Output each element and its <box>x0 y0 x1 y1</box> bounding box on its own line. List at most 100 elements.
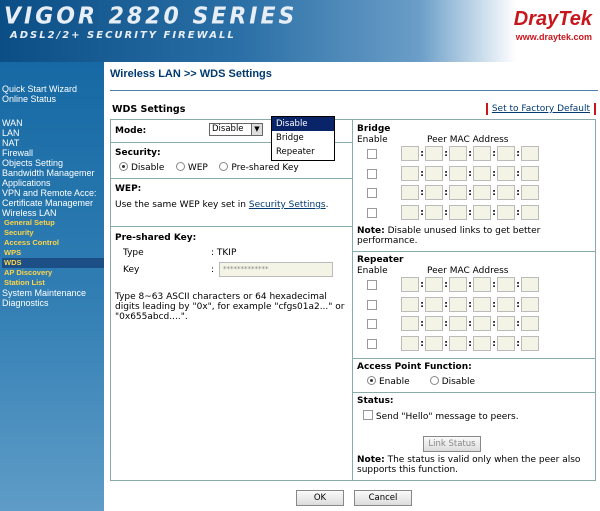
bridge-mac-octet-input[interactable] <box>497 185 515 200</box>
bridge-mac-octet-input[interactable] <box>401 204 419 220</box>
divider <box>353 392 595 393</box>
mode-select[interactable]: Disable ▼ <box>209 123 263 136</box>
repeater-mac-octet-input[interactable] <box>401 296 419 312</box>
bridge-mac-octet-input[interactable] <box>521 146 539 161</box>
repeater-mac-octet-input[interactable] <box>449 296 467 312</box>
bridge-enable-checkbox[interactable] <box>367 207 377 218</box>
mode-option-bridge[interactable]: Bridge <box>272 131 334 145</box>
bridge-mac-octet-input[interactable] <box>449 204 467 220</box>
ok-button[interactable]: OK <box>296 490 344 506</box>
sidebar-sub-station-list[interactable]: Station List <box>2 278 104 288</box>
sidebar-item-wan[interactable]: WAN <box>2 118 104 128</box>
repeater-mac-octet-input[interactable] <box>449 277 467 292</box>
repeater-enable-checkbox[interactable] <box>367 319 377 329</box>
bridge-mac-octet-input[interactable] <box>401 165 419 181</box>
bridge-mac-octet-input[interactable] <box>401 185 419 200</box>
sidebar-item-applications[interactable]: Applications <box>2 178 104 188</box>
sidebar-item-nat[interactable]: NAT <box>2 138 104 148</box>
draytek-url[interactable]: www.draytek.com <box>516 32 592 42</box>
repeater-enable-checkbox[interactable] <box>367 338 377 349</box>
repeater-mac-octet-input[interactable] <box>425 335 443 351</box>
repeater-mac-octet-input[interactable] <box>473 296 491 312</box>
psk-key-input[interactable]: ************* <box>219 262 333 277</box>
repeater-mac-octet-input[interactable] <box>521 335 539 351</box>
repeater-mac-octet-input[interactable] <box>473 316 491 331</box>
mode-option-disable[interactable]: Disable <box>272 117 334 131</box>
sidebar-item-diagnostics[interactable]: Diagnostics <box>2 298 104 308</box>
factory-default-link[interactable]: Set to Factory Default <box>492 104 590 114</box>
sidebar-sub-wds[interactable]: WDS <box>2 258 104 268</box>
security-settings-link[interactable]: Security Settings <box>249 200 326 210</box>
sidebar-sub-security[interactable]: Security <box>2 228 104 238</box>
repeater-mac-octet-input[interactable] <box>401 316 419 331</box>
repeater-mac-octet-input[interactable] <box>521 316 539 331</box>
mode-value: Disable <box>212 124 244 134</box>
sidebar-sub-access-control[interactable]: Access Control <box>2 238 104 248</box>
sidebar-item-system-maintenance[interactable]: System Maintenance <box>2 288 104 298</box>
repeater-enable-checkbox[interactable] <box>367 280 377 290</box>
bridge-mac-octet-input[interactable] <box>497 165 515 181</box>
security-disable-radio[interactable] <box>119 162 128 171</box>
ap-disable-radio[interactable] <box>429 376 439 385</box>
repeater-mac-octet-input[interactable] <box>497 277 515 292</box>
repeater-mac-octet-input[interactable] <box>401 277 419 292</box>
bridge-mac-octet-input[interactable] <box>497 204 515 220</box>
bridge-mac-octet-input[interactable] <box>425 204 443 220</box>
bridge-enable-checkbox[interactable] <box>367 168 377 179</box>
repeater-enable-checkbox[interactable] <box>367 299 377 310</box>
bridge-mac-octet-input[interactable] <box>521 185 539 200</box>
sidebar-item-objects[interactable]: Objects Setting <box>2 158 104 168</box>
cancel-button[interactable]: Cancel <box>354 490 412 506</box>
bridge-mac-octet-input[interactable] <box>473 185 491 200</box>
bridge-mac-octet-input[interactable] <box>425 146 443 161</box>
link-status-button[interactable]: Link Status <box>423 436 481 452</box>
repeater-mac-octet-input[interactable] <box>497 296 515 312</box>
sidebar-sub-wps[interactable]: WPS <box>2 248 104 258</box>
page-title: Wireless LAN >> WDS Settings <box>110 68 272 80</box>
bridge-mac-octet-input[interactable] <box>497 146 515 161</box>
repeater-mac-octet-input[interactable] <box>521 277 539 292</box>
hello-checkbox[interactable] <box>363 410 373 420</box>
bridge-mac-octet-input[interactable] <box>425 185 443 200</box>
sidebar-item-bandwidth[interactable]: Bandwidth Managemer <box>2 168 104 178</box>
bridge-note-label: Note: <box>357 226 385 236</box>
bridge-mac-octet-input[interactable] <box>473 146 491 161</box>
bridge-mac-octet-input[interactable] <box>449 146 467 161</box>
repeater-mac-octet-input[interactable] <box>521 296 539 312</box>
mode-option-repeater[interactable]: Repeater <box>272 145 334 159</box>
repeater-mac-octet-input[interactable] <box>449 335 467 351</box>
repeater-mac-octet-input[interactable] <box>401 335 419 351</box>
bridge-mac-octet-input[interactable] <box>521 204 539 220</box>
bridge-mac-octet-input[interactable] <box>473 204 491 220</box>
repeater-mac-octet-input[interactable] <box>473 335 491 351</box>
bridge-mac-octet-input[interactable] <box>473 165 491 181</box>
sidebar-item-lan[interactable]: LAN <box>2 128 104 138</box>
repeater-mac-octet-input[interactable] <box>449 316 467 331</box>
security-psk-radio[interactable] <box>219 162 229 171</box>
sidebar-main: WAN LAN NAT Firewall Objects Setting Ban… <box>2 118 104 308</box>
sidebar-item-firewall[interactable]: Firewall <box>2 148 104 158</box>
sidebar-item-online-status[interactable]: Online Status <box>2 94 77 104</box>
ap-enable-radio[interactable] <box>367 376 376 385</box>
sidebar-item-certificate[interactable]: Certificate Managemer <box>2 198 104 208</box>
security-wep-radio[interactable] <box>175 162 185 171</box>
bridge-mac-octet-input[interactable] <box>449 185 467 200</box>
sidebar-sub-ap-discovery[interactable]: AP Discovery <box>2 268 104 278</box>
bridge-mac-octet-input[interactable] <box>401 146 419 161</box>
bridge-mac-octet-input[interactable] <box>425 165 443 181</box>
sidebar-item-wireless-lan[interactable]: Wireless LAN <box>2 208 104 218</box>
sidebar-item-vpn[interactable]: VPN and Remote Acce: <box>2 188 104 198</box>
chevron-down-icon[interactable]: ▼ <box>251 124 262 135</box>
sidebar-sub-general-setup[interactable]: General Setup <box>2 218 104 228</box>
bridge-enable-checkbox[interactable] <box>367 149 377 159</box>
repeater-mac-octet-input[interactable] <box>425 296 443 312</box>
repeater-mac-octet-input[interactable] <box>425 316 443 331</box>
repeater-mac-octet-input[interactable] <box>497 316 515 331</box>
sidebar-item-quick-start[interactable]: Quick Start Wizard <box>2 84 77 94</box>
bridge-enable-checkbox[interactable] <box>367 188 377 198</box>
bridge-mac-octet-input[interactable] <box>449 165 467 181</box>
bridge-mac-octet-input[interactable] <box>521 165 539 181</box>
repeater-mac-octet-input[interactable] <box>497 335 515 351</box>
repeater-mac-octet-input[interactable] <box>473 277 491 292</box>
repeater-mac-octet-input[interactable] <box>425 277 443 292</box>
